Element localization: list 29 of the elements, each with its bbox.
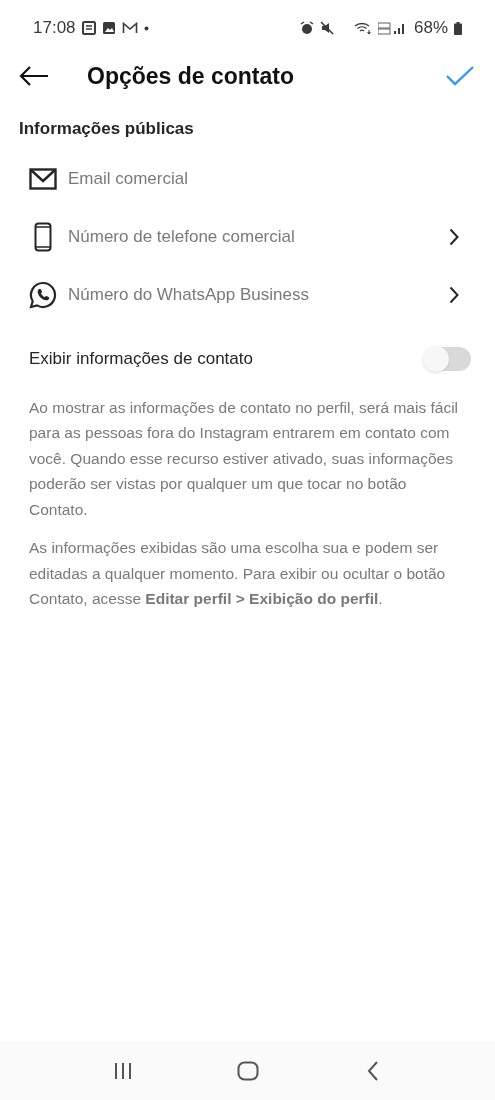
status-time: 17:08 [33,17,76,40]
back-chevron-icon [366,1061,379,1081]
alarm-icon [299,21,314,35]
contact-option-row[interactable]: Email comercial [0,149,495,208]
battery-icon [454,21,462,35]
dot-icon [143,25,149,31]
news-icon [81,21,96,35]
option-label: Email comercial [68,167,188,190]
page-title: Opções de contato [87,61,295,91]
back-arrow-icon [19,66,49,86]
mail-icon [121,21,138,35]
recent-apps-icon [112,1062,133,1080]
contact-option-row[interactable]: Número de telefone comercial [0,207,495,266]
home-icon [236,1061,259,1081]
checkmark-icon [446,66,474,86]
option-label: Número de telefone comercial [68,225,295,248]
contact-option-row[interactable]: Número do WhatsApp Business [0,265,495,324]
mute-icon [319,21,334,35]
wifi-icon [353,21,372,35]
setting-label: Exibir informações de contato [29,347,253,370]
description-text: As informações exibidas são uma escolha sua e podem ser editadas a qualquer momento. Para exibir ou ocultar o botão Contato, acesse Editar perfil > Exibição do perfil. [29,538,447,609]
section-heading: Informações públicas [19,118,195,140]
image-icon [101,21,116,35]
envelope-icon [29,167,57,190]
option-label: Número do WhatsApp Business [68,283,309,306]
chat-phone-icon [29,280,57,309]
battery-percent: 68% [413,17,448,40]
description-text: Ao mostrar as informações de contato no perfil, será mais fácil para as pessoas fora do Instagram entrarem em contato com você. Quando esse recurso estiver ativado, suas informações poderão ser vistas por qualquer um que tocar no botão Contato. [29,397,460,520]
phone-icon [34,221,52,252]
